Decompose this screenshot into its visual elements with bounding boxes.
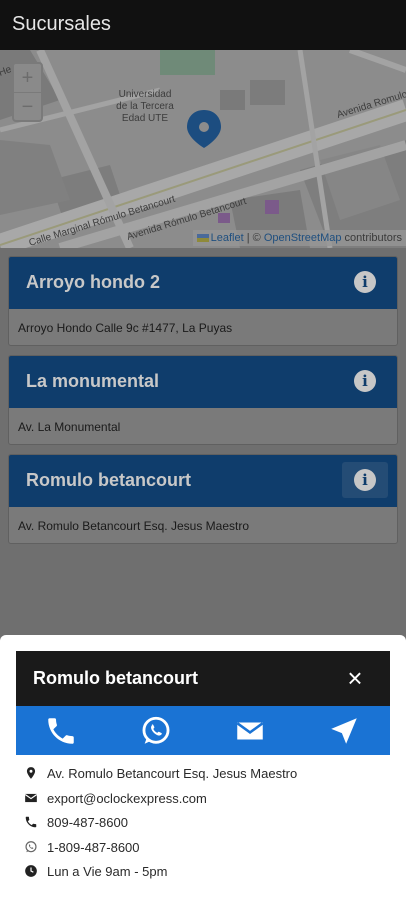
map-attribution: Leaflet | © OpenStreetMap contributors <box>192 230 406 246</box>
map-label-university: Universidad <box>119 89 172 100</box>
branch-card-header: La monumental i <box>9 356 397 408</box>
branch-card-header: Arroyo hondo 2 i <box>9 257 397 309</box>
info-icon: i <box>354 271 376 293</box>
branch-name: La monumental <box>26 371 160 391</box>
map-pin-icon <box>26 767 36 779</box>
zoom-control: + − <box>12 62 43 122</box>
detail-address: Av. Romulo Betancourt Esq. Jesus Maestro <box>47 766 298 781</box>
branch-card[interactable]: La monumental i Av. La Monumental <box>8 355 398 445</box>
map-label-university: de la Tercera <box>116 101 174 112</box>
detail-phone[interactable]: 809-487-8600 <box>47 815 128 830</box>
branch-card[interactable]: Arroyo hondo 2 i Arroyo Hondo Calle 9c #… <box>8 256 398 346</box>
attribution-separator: | © <box>243 232 264 244</box>
branch-name: Arroyo hondo 2 <box>26 272 160 292</box>
phone-icon[interactable] <box>44 714 78 748</box>
branch-info-button[interactable]: i <box>342 462 388 498</box>
map-label-university: Edad UTE <box>122 113 168 124</box>
whatsapp-icon[interactable] <box>139 714 173 748</box>
leaflet-link[interactable]: Leaflet <box>211 232 244 244</box>
close-icon[interactable]: × <box>340 663 370 693</box>
zoom-in-button[interactable]: + <box>14 64 41 92</box>
page-title: Sucursales <box>12 13 111 35</box>
sheet-title: Romulo betancourt <box>33 668 198 688</box>
navigation-arrow-icon[interactable] <box>327 714 361 748</box>
branch-address: Av. Romulo Betancourt Esq. Jesus Maestro <box>18 519 249 533</box>
map[interactable]: Universidad de la Tercera Edad UTE Avenida … <box>0 50 406 248</box>
info-icon: i <box>354 469 376 491</box>
mail-icon[interactable] <box>233 714 267 748</box>
zoom-out-button[interactable]: − <box>14 92 41 120</box>
branch-card[interactable]: Romulo betancourt i Av. Romulo Betancour… <box>8 454 398 544</box>
branch-address: Arroyo Hondo Calle 9c #1477, La Puyas <box>18 321 233 335</box>
branch-list: Arroyo hondo 2 i Arroyo Hondo Calle 9c #… <box>8 256 398 553</box>
contact-action-bar <box>16 706 390 755</box>
phone-small-icon <box>25 816 37 828</box>
info-icon: i <box>354 370 376 392</box>
attribution-contributors: contributors <box>341 232 402 244</box>
detail-whatsapp[interactable]: 1-809-487-8600 <box>47 840 140 855</box>
branch-detail-sheet: Romulo betancourt × Av. Romulo Betancour… <box>0 635 406 900</box>
detail-hours: Lun a Vie 9am - 5pm <box>47 864 168 879</box>
branch-name: Romulo betancourt <box>26 470 191 490</box>
app-bar: Sucursales <box>0 0 406 50</box>
sheet-header: Romulo betancourt × <box>16 651 390 706</box>
clock-icon <box>25 865 37 877</box>
ukraine-flag-icon <box>196 234 209 243</box>
whatsapp-small-icon <box>25 840 37 852</box>
branch-card-header: Romulo betancourt i <box>9 455 397 507</box>
branch-info-button[interactable]: i <box>342 363 388 399</box>
map-tiles: Universidadde la TerceraEdad UTE Avenida … <box>0 50 406 248</box>
branch-address: Av. La Monumental <box>18 420 121 434</box>
branch-info-button[interactable]: i <box>342 264 388 300</box>
osm-link[interactable]: OpenStreetMap <box>264 232 342 244</box>
detail-email[interactable]: export@oclockexpress.com <box>47 791 207 806</box>
envelope-icon <box>24 793 38 802</box>
